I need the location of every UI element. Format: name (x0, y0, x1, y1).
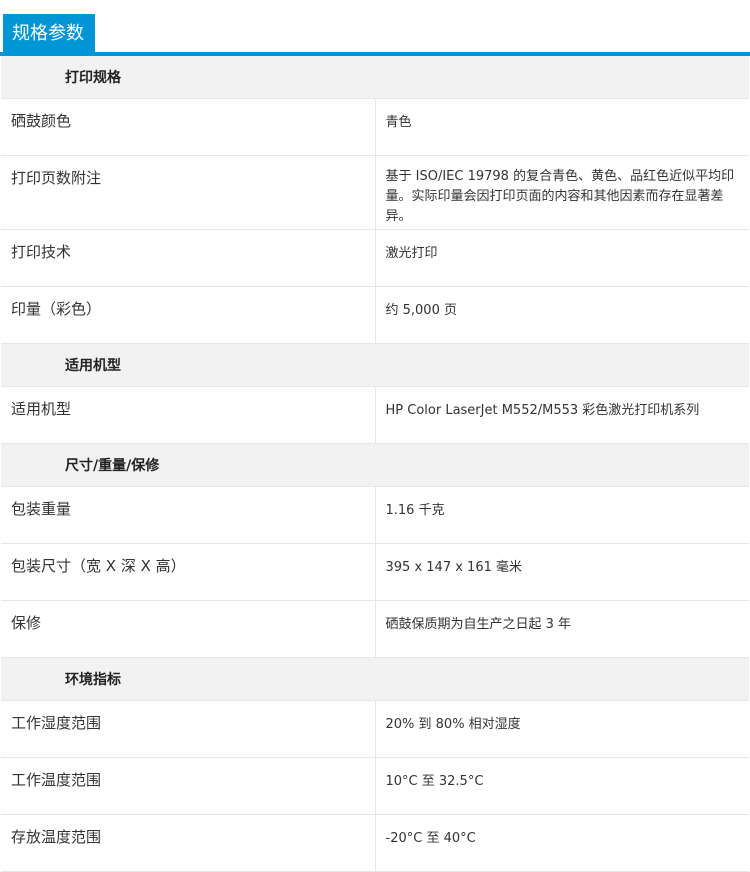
row-label: 存放温度范围 (1, 814, 376, 872)
row-value: 硒鼓保质期为自生产之日起 3 年 (375, 600, 749, 658)
row-label: 保修 (1, 600, 376, 658)
spec-header: 规格参数 (0, 0, 750, 56)
section-header-print-specs: 打印规格 (1, 56, 749, 99)
row-label: 打印技术 (1, 229, 376, 287)
section-title: 环境指标 (1, 657, 749, 701)
row-value: 20% 到 80% 相对湿度 (375, 700, 749, 758)
row-label: 工作湿度范围 (1, 700, 376, 758)
row-label: 工作温度范围 (1, 757, 376, 815)
spec-tab-title: 规格参数 (3, 14, 95, 56)
row-value: 10°C 至 32.5°C (375, 757, 749, 815)
row-label: 打印页数附注 (1, 155, 376, 230)
table-row: 适用机型 HP Color LaserJet M552/M553 彩色激光打印机… (1, 386, 749, 444)
row-label: 包装重量 (1, 486, 376, 544)
table-row: 打印页数附注 基于 ISO/IEC 19798 的复合青色、黄色、品红色近似平均… (1, 155, 749, 230)
table-row: 工作温度范围 10°C 至 32.5°C (1, 757, 749, 815)
section-title: 尺寸/重量/保修 (1, 443, 749, 487)
row-label: 印量（彩色） (1, 286, 376, 344)
table-row: 打印技术 激光打印 (1, 229, 749, 287)
row-value: 青色 (375, 98, 749, 156)
table-row: 硒鼓颜色 青色 (1, 98, 749, 156)
table-row: 包装重量 1.16 千克 (1, 486, 749, 544)
table-row: 工作湿度范围 20% 到 80% 相对湿度 (1, 700, 749, 758)
row-label: 包装尺寸（宽 X 深 X 高） (1, 543, 376, 601)
section-title: 适用机型 (1, 343, 749, 387)
row-value: HP Color LaserJet M552/M553 彩色激光打印机系列 (375, 386, 749, 444)
table-row: 保修 硒鼓保质期为自生产之日起 3 年 (1, 600, 749, 658)
section-header-compatible-models: 适用机型 (1, 343, 749, 387)
section-title: 打印规格 (1, 56, 749, 99)
section-header-dimensions-weight-warranty: 尺寸/重量/保修 (1, 443, 749, 487)
row-value: 激光打印 (375, 229, 749, 287)
row-value: -20°C 至 40°C (375, 814, 749, 872)
row-value: 1.16 千克 (375, 486, 749, 544)
row-value: 约 5,000 页 (375, 286, 749, 344)
table-row: 印量（彩色） 约 5,000 页 (1, 286, 749, 344)
row-value: 395 x 147 x 161 毫米 (375, 543, 749, 601)
table-row: 存放温度范围 -20°C 至 40°C (1, 814, 749, 872)
row-label: 硒鼓颜色 (1, 98, 376, 156)
row-label: 适用机型 (1, 386, 376, 444)
row-value: 基于 ISO/IEC 19798 的复合青色、黄色、品红色近似平均印量。实际印量… (375, 155, 749, 230)
section-header-environment: 环境指标 (1, 657, 749, 701)
spec-table: 打印规格 硒鼓颜色 青色 打印页数附注 基于 ISO/IEC 19798 的复合… (1, 56, 749, 872)
table-row: 包装尺寸（宽 X 深 X 高） 395 x 147 x 161 毫米 (1, 543, 749, 601)
